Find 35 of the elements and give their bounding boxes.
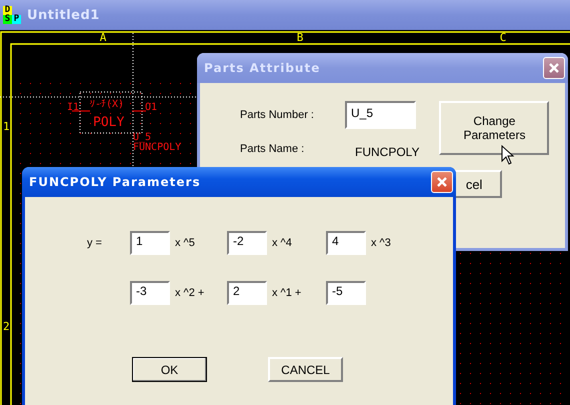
part-type: FUNCPOLY xyxy=(133,142,182,153)
window-title: Untitled1 xyxy=(27,8,100,22)
row-label: 1 xyxy=(3,120,10,133)
part-reference: U_5 xyxy=(133,132,152,143)
close-icon xyxy=(436,176,448,188)
column-label: A xyxy=(100,31,106,44)
field-label: Parts Number : xyxy=(240,109,315,121)
dialog-title: Parts Attribute xyxy=(204,61,320,75)
pin-label: I1 xyxy=(67,102,80,113)
term-label: x ^4 xyxy=(272,237,292,249)
symbol-text: ｿ-ﾁ(X) xyxy=(90,99,124,110)
close-button[interactable] xyxy=(431,171,453,193)
field-label: Parts Name : xyxy=(240,143,306,155)
parts-name-value: FUNCPOLY xyxy=(354,144,420,159)
column-label: B xyxy=(296,31,304,44)
cancel-button[interactable]: CANCEL xyxy=(268,357,343,382)
coefficient-field[interactable]: 1 xyxy=(130,231,170,255)
coefficient-field[interactable]: 4 xyxy=(326,231,366,255)
coefficient-field[interactable]: -2 xyxy=(227,231,267,255)
coefficient-field[interactable]: -5 xyxy=(326,281,366,305)
term-label: x ^3 xyxy=(371,237,391,249)
term-label: x ^5 xyxy=(175,237,195,249)
mouse-cursor-icon xyxy=(501,145,515,165)
pin-label: O1 xyxy=(145,102,158,113)
dialog-title: FUNCPOLY Parameters xyxy=(29,175,201,189)
row-label: 2 xyxy=(3,320,10,333)
coefficient-field[interactable]: 2 xyxy=(227,281,267,305)
coefficient-field[interactable]: -3 xyxy=(130,281,170,305)
term-label: x ^2 + xyxy=(175,287,204,299)
column-label: C xyxy=(500,31,506,44)
part-name: POLY xyxy=(93,115,124,130)
term-label: x ^1 + xyxy=(272,287,302,299)
close-icon xyxy=(548,62,560,74)
ok-button[interactable]: OK xyxy=(132,357,207,382)
equation-label: y = xyxy=(87,237,103,249)
